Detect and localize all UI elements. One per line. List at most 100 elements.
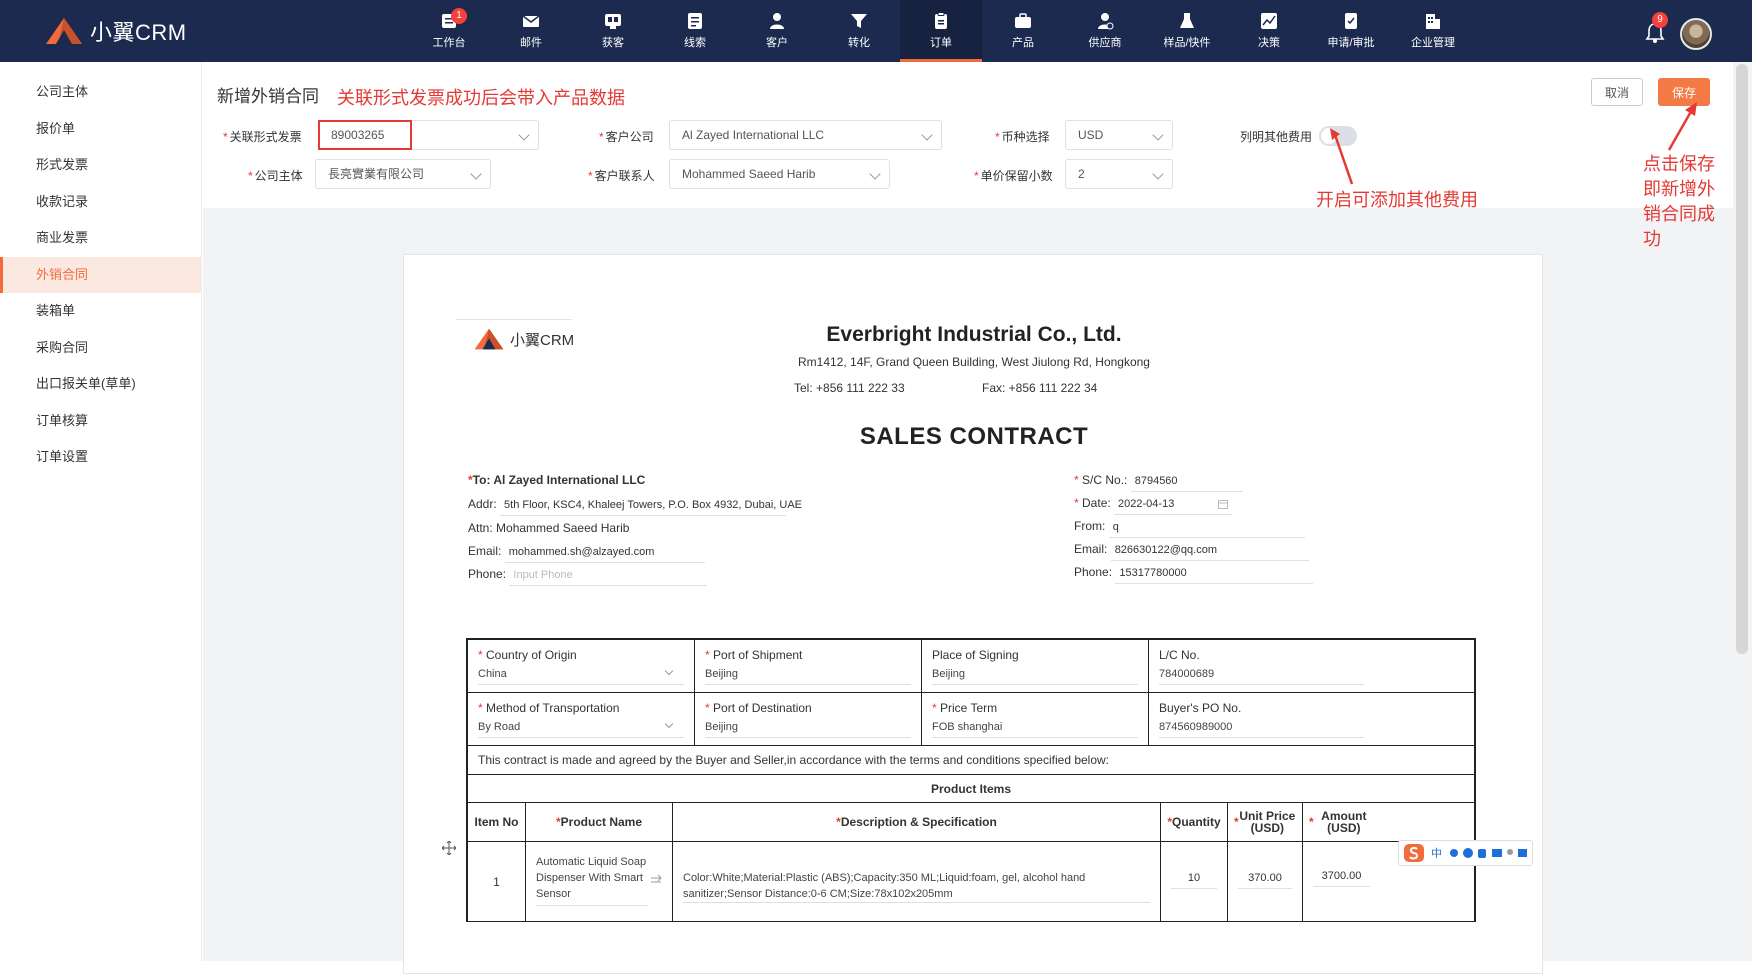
nav-sample[interactable]: 样品/快件 — [1146, 0, 1228, 62]
ime-toolbar[interactable]: 中 — [1398, 840, 1533, 866]
nav-customer[interactable]: 客户 — [736, 0, 818, 62]
lc-number-field[interactable]: 784000689 — [1159, 668, 1364, 685]
buyer-email-field[interactable]: mohammed.sh@alzayed.com — [504, 546, 705, 563]
column-description: * Description & Specification — [673, 803, 1161, 841]
terms-row: * Method of Transportation By Road * Por… — [468, 693, 1474, 746]
logo-mark-icon — [46, 18, 82, 44]
price-term-field[interactable]: FOB shanghai — [932, 721, 1138, 738]
nav-decision[interactable]: 决策 — [1228, 0, 1310, 62]
sidebar-item-commercial-invoice[interactable]: 商业发票 — [0, 220, 201, 257]
main-content: 新增外销合同 关联形式发票成功后会带入产品数据 取消 保存 * 关联形式发票 89… — [203, 62, 1733, 974]
company-entity-select[interactable]: 長亮實業有限公司 — [315, 159, 491, 189]
country-of-origin-select[interactable]: China — [478, 666, 684, 685]
sc-number-field[interactable]: 8794560 — [1130, 475, 1243, 492]
nav-enterprise[interactable]: 企业管理 — [1392, 0, 1474, 62]
chevron-down-icon — [664, 666, 674, 676]
buyer-po-cell: Buyer's PO No. 874560989000 — [1149, 693, 1374, 745]
quantity-field[interactable]: 10 — [1171, 872, 1217, 889]
product-name-field[interactable]: Automatic Liquid Soap Dispenser With Sma… — [536, 854, 648, 906]
transport-method-select[interactable]: By Road — [478, 719, 684, 738]
product-items-title: Product Items — [930, 781, 1011, 796]
sidebar-item-order-settings[interactable]: 订单设置 — [0, 439, 201, 476]
date-field[interactable]: 2022-04-13 — [1114, 498, 1233, 515]
sidebar-item-payment-records[interactable]: 收款记录 — [0, 184, 201, 221]
buyer-po-field[interactable]: 874560989000 — [1159, 721, 1364, 738]
customer-company-select[interactable]: Al Zayed International LLC — [669, 120, 942, 150]
product-header-row: Item No * Product Name * Description & Spe… — [468, 803, 1474, 842]
customer-icon — [770, 13, 784, 29]
place-of-signing-cell: Place of Signing Beijing — [922, 640, 1149, 692]
buyer-to-value: Al Zayed International LLC — [493, 473, 646, 487]
sidebar-item-sales-contract[interactable]: 外销合同 — [0, 256, 201, 293]
swap-icon[interactable] — [650, 875, 662, 885]
port-of-shipment-field[interactable]: Beijing — [705, 668, 911, 685]
chevron-down-icon — [664, 719, 674, 729]
drag-handle-icon[interactable] — [442, 841, 456, 855]
company-address: Rm1412, 14F, Grand Queen Building, West … — [798, 355, 1150, 369]
sales-contract-document: 小翼CRM Everbright Industrial Co., Ltd. Rm… — [403, 254, 1543, 974]
port-of-destination-cell: * Port of Destination Beijing — [695, 693, 922, 745]
company-entity-label: * 公司主体 — [248, 169, 303, 183]
currency-label: * 币种选择 — [995, 130, 1050, 144]
table-row: 1 Automatic Liquid Soap Dispenser With S… — [468, 842, 1474, 922]
nav-acquire[interactable]: 获客 — [572, 0, 654, 62]
currency-select[interactable]: USD — [1065, 120, 1173, 150]
buyer-phone-field[interactable]: Input Phone — [509, 569, 708, 586]
contact-select[interactable]: Mohammed Saeed Harib — [669, 159, 890, 189]
description-cell: Color:White;Material:Plastic (ABS);Capac… — [673, 842, 1161, 921]
notification-badge: 9 — [1652, 12, 1668, 28]
user-avatar[interactable] — [1680, 18, 1712, 50]
cancel-button[interactable]: 取消 — [1591, 78, 1643, 106]
buyer-address-field[interactable]: 5th Floor, KSC4, Khaleej Towers, P.O. Bo… — [500, 499, 802, 516]
seller-email-field[interactable]: 826630122@qq.com — [1110, 544, 1309, 561]
amount-field[interactable]: 3700.00 — [1313, 870, 1370, 887]
scrollbar-thumb[interactable] — [1736, 64, 1748, 654]
chevron-down-icon — [518, 129, 530, 141]
sample-icon — [1180, 13, 1194, 28]
annotation-other-fees-hint: 开启可添加其他费用 — [1316, 190, 1478, 210]
chevron-down-icon — [921, 129, 933, 141]
sidebar-item-packing-list[interactable]: 装箱单 — [0, 293, 201, 330]
sidebar-item-customs-declaration[interactable]: 出口报关单(草单) — [0, 366, 201, 403]
seller-phone-field[interactable]: 15317780000 — [1115, 567, 1314, 584]
sidebar-item-quotation[interactable]: 报价单 — [0, 111, 201, 148]
sidebar-item-company[interactable]: 公司主体 — [0, 74, 201, 111]
sidebar-item-order-accounting[interactable]: 订单核算 — [0, 403, 201, 440]
unit-price-field[interactable]: 370.00 — [1238, 872, 1292, 889]
app-logo[interactable]: 小翼CRM — [44, 14, 187, 48]
buyer-attn: Attn: Mohammed Saeed Harib — [468, 521, 630, 535]
nav-order[interactable]: 订单 — [900, 0, 982, 62]
nav-supplier[interactable]: 供应商 — [1064, 0, 1146, 62]
annotation-proforma-hint: 关联形式发票成功后会带入产品数据 — [337, 88, 625, 108]
decimals-label: * 单价保留小数 — [974, 169, 1053, 183]
chevron-down-icon — [869, 168, 881, 180]
sidebar-item-proforma-invoice[interactable]: 形式发票 — [0, 147, 201, 184]
decimals-select[interactable]: 2 — [1065, 159, 1173, 189]
buyer-address: Addr: 5th Floor, KSC4, Khaleej Towers, P… — [468, 497, 802, 516]
nav-dashboard[interactable]: 工作台 1 — [408, 0, 490, 62]
buyer-to: *To: Al Zayed International LLC — [468, 473, 646, 487]
nav-mail[interactable]: 邮件 — [490, 0, 572, 62]
chart-icon — [1261, 13, 1277, 29]
nav-approval[interactable]: 申请/审批 — [1310, 0, 1392, 62]
description-field[interactable]: Color:White;Material:Plastic (ABS);Capac… — [683, 870, 1150, 903]
port-of-destination-field[interactable]: Beijing — [705, 721, 911, 738]
contact-label: * 客户联系人 — [588, 169, 655, 183]
annotation-highlight-box — [318, 120, 412, 150]
sogou-logo-icon — [1404, 844, 1424, 862]
chevron-down-icon — [1152, 168, 1164, 180]
chevron-down-icon — [1152, 129, 1164, 141]
column-quantity: * Quantity — [1161, 803, 1228, 841]
nav-product[interactable]: 产品 — [982, 0, 1064, 62]
column-product-name: * Product Name — [526, 803, 673, 841]
nav-leads[interactable]: 线索 — [654, 0, 736, 62]
seller-from: From: q — [1074, 519, 1305, 538]
seller-phone: Phone: 15317780000 — [1074, 565, 1314, 584]
sidebar-item-purchase-contract[interactable]: 采购合同 — [0, 330, 201, 367]
seller-email: Email: 826630122@qq.com — [1074, 542, 1309, 561]
column-amount: * Amount (USD) — [1309, 809, 1367, 835]
place-of-signing-field[interactable]: Beijing — [932, 668, 1138, 685]
nav-conversion[interactable]: 转化 — [818, 0, 900, 62]
main-nav: 工作台 1 邮件 获客 线索 客户 转化 订单 产品 供应商 样品/快件 决策 … — [408, 0, 1474, 62]
seller-from-field[interactable]: q — [1108, 521, 1305, 538]
